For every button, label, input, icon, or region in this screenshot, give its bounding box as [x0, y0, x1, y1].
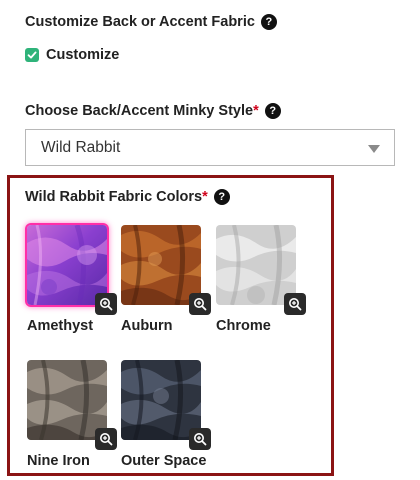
- customize-checkbox-label: Customize: [46, 47, 120, 63]
- chrome-fabric-image: [216, 225, 296, 305]
- amethyst-fabric-image: [27, 225, 107, 305]
- required-asterisk: *: [202, 189, 208, 205]
- zoom-in-icon[interactable]: [284, 293, 306, 315]
- caret-down-icon: [368, 145, 380, 153]
- zoom-in-icon[interactable]: [189, 293, 211, 315]
- swatch-amethyst[interactable]: Amethyst: [27, 225, 117, 334]
- swatch-outer-space[interactable]: Outer Space: [121, 360, 211, 469]
- customize-back-fabric-heading: Customize Back or Accent Fabric ?: [25, 14, 277, 30]
- swatch-name: Amethyst: [27, 318, 94, 334]
- auburn-fabric-image: [121, 225, 201, 305]
- minky-style-selected-value: Wild Rabbit: [41, 138, 121, 156]
- required-asterisk: *: [253, 103, 259, 119]
- swatch-chrome[interactable]: Chrome: [216, 225, 306, 334]
- fabric-colors-title: Wild Rabbit Fabric Colors: [25, 189, 203, 205]
- minky-style-title: Choose Back/Accent Minky Style: [25, 103, 254, 119]
- swatch-name: Auburn: [121, 318, 173, 334]
- minky-style-select[interactable]: Wild Rabbit: [25, 129, 395, 166]
- question-circle-icon[interactable]: ?: [213, 189, 230, 205]
- swatch-name: Chrome: [216, 318, 271, 334]
- swatch-auburn[interactable]: Auburn: [121, 225, 211, 334]
- question-circle-icon[interactable]: ?: [264, 103, 281, 119]
- minky-style-heading: Choose Back/Accent Minky Style * ?: [25, 103, 281, 119]
- check-icon: [27, 51, 37, 59]
- swatch-name: Outer Space: [121, 453, 207, 469]
- fabric-customizer: Customize Back or Accent Fabric ? Custom…: [0, 0, 420, 480]
- swatch-nine-iron[interactable]: Nine Iron: [27, 360, 117, 469]
- zoom-in-icon[interactable]: [189, 428, 211, 450]
- customize-checkbox[interactable]: [25, 48, 39, 62]
- fabric-colors-heading: Wild Rabbit Fabric Colors * ?: [25, 189, 230, 205]
- customize-checkbox-row[interactable]: Customize: [25, 47, 119, 63]
- zoom-in-icon[interactable]: [95, 293, 117, 315]
- customize-back-fabric-title: Customize Back or Accent Fabric: [25, 14, 255, 30]
- nine-iron-fabric-image: [27, 360, 107, 440]
- swatch-name: Nine Iron: [27, 453, 90, 469]
- question-circle-icon[interactable]: ?: [260, 14, 277, 30]
- outer-space-fabric-image: [121, 360, 201, 440]
- zoom-in-icon[interactable]: [95, 428, 117, 450]
